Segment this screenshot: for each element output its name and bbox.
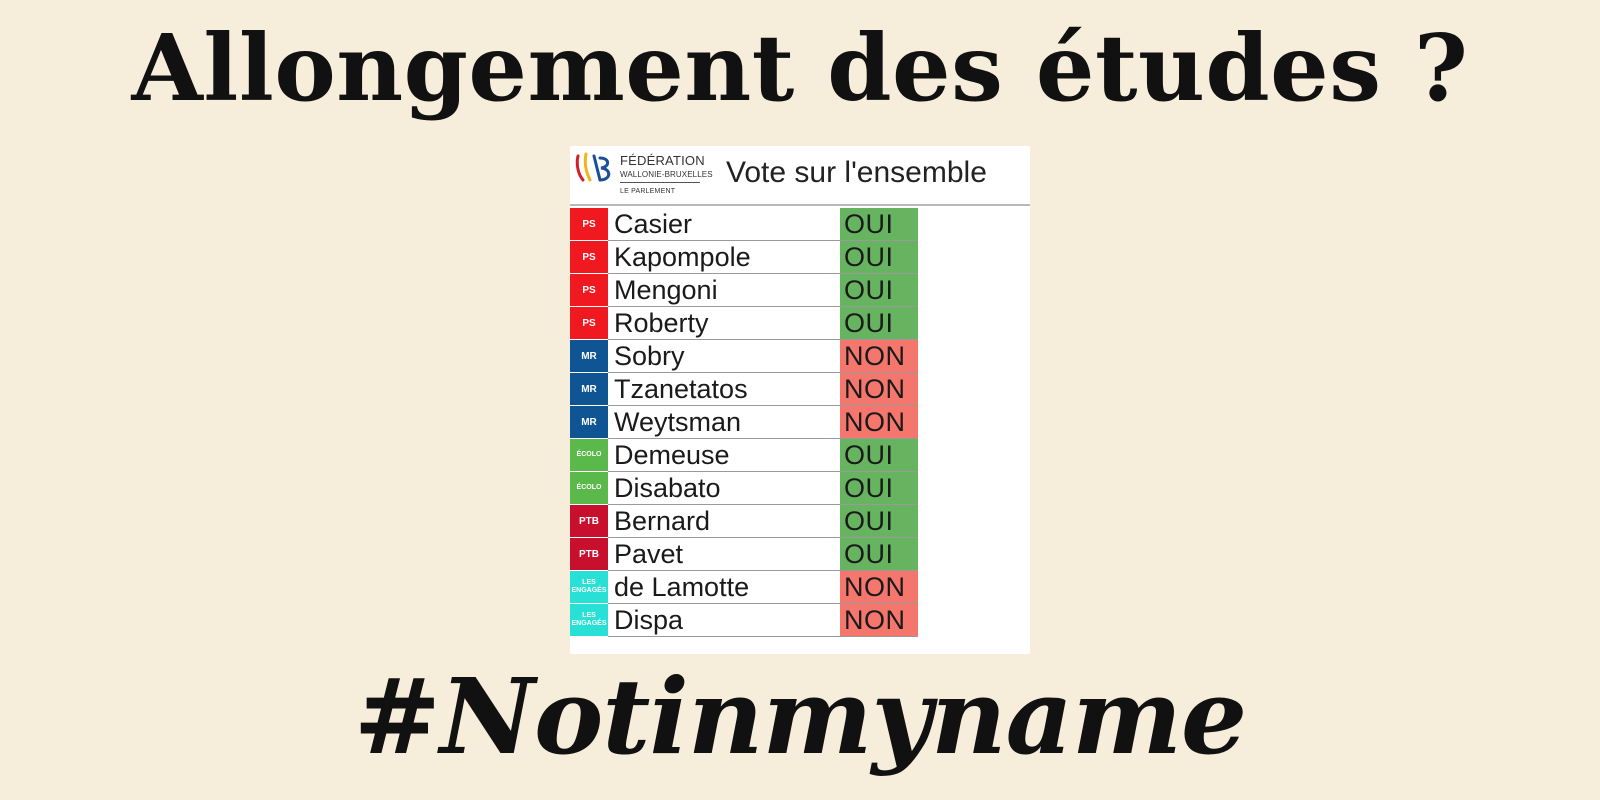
org-subtitle: WALLONIE-BRUXELLES xyxy=(620,170,713,179)
vote-value: NON xyxy=(840,571,918,604)
panel-header: FÉDÉRATION WALLONIE-BRUXELLES LE PARLEME… xyxy=(570,146,1030,206)
vote-row: PTB Bernard OUI xyxy=(570,505,918,538)
vote-value: OUI xyxy=(840,505,918,538)
member-name: Demeuse xyxy=(608,439,840,472)
party-badge: MR xyxy=(570,406,608,439)
member-name: Dispa xyxy=(608,604,840,637)
vote-row: PS Casier OUI xyxy=(570,208,918,241)
member-name: Roberty xyxy=(608,307,840,340)
member-name: Casier xyxy=(608,208,840,241)
vote-row: PS Roberty OUI xyxy=(570,307,918,340)
headline: Allongement des études ? xyxy=(131,14,1469,122)
vote-row: PS Kapompole OUI xyxy=(570,241,918,274)
vote-value: OUI xyxy=(840,241,918,274)
member-name: Kapompole xyxy=(608,241,840,274)
vote-value: NON xyxy=(840,373,918,406)
party-badge: ÉCOLO xyxy=(570,472,608,505)
vote-panel: FÉDÉRATION WALLONIE-BRUXELLES LE PARLEME… xyxy=(570,146,1030,654)
vote-value: OUI xyxy=(840,538,918,571)
vote-value: NON xyxy=(840,340,918,373)
party-badge: LES ENGAGÉS xyxy=(570,604,608,637)
vote-value: OUI xyxy=(840,274,918,307)
party-badge: MR xyxy=(570,340,608,373)
party-badge: MR xyxy=(570,373,608,406)
vote-value: NON xyxy=(840,604,918,637)
vote-row: PS Mengoni OUI xyxy=(570,274,918,307)
org-parliament: LE PARLEMENT xyxy=(620,188,676,195)
member-name: Weytsman xyxy=(608,406,840,439)
member-name: Disabato xyxy=(608,472,840,505)
vote-row: LES ENGAGÉS Dispa NON xyxy=(570,604,918,637)
member-name: Bernard xyxy=(608,505,840,538)
org-divider xyxy=(620,182,700,183)
vote-row: MR Weytsman NON xyxy=(570,406,918,439)
vote-row: ÉCOLO Disabato OUI xyxy=(570,472,918,505)
federation-logo-icon xyxy=(575,152,611,182)
member-name: Tzanetatos xyxy=(608,373,840,406)
vote-value: OUI xyxy=(840,208,918,241)
vote-row: PTB Pavet OUI xyxy=(570,538,918,571)
vote-table: PS Casier OUI PS Kapompole OUI PS Mengoni OUI PS R… xyxy=(570,208,1030,637)
vote-value: OUI xyxy=(840,439,918,472)
vote-row: LES ENGAGÉS de Lamotte NON xyxy=(570,571,918,604)
party-badge: PTB xyxy=(570,505,608,538)
party-badge: PTB xyxy=(570,538,608,571)
party-badge: PS xyxy=(570,241,608,274)
vote-row: MR Tzanetatos NON xyxy=(570,373,918,406)
member-name: Mengoni xyxy=(608,274,840,307)
vote-row: ÉCOLO Demeuse OUI xyxy=(570,439,918,472)
party-badge: ÉCOLO xyxy=(570,439,608,472)
party-badge: LES ENGAGÉS xyxy=(570,571,608,604)
member-name: de Lamotte xyxy=(608,571,840,604)
party-badge: PS xyxy=(570,208,608,241)
vote-row: MR Sobry NON xyxy=(570,340,918,373)
vote-value: OUI xyxy=(840,307,918,340)
vote-title: Vote sur l'ensemble xyxy=(726,156,987,189)
party-badge: PS xyxy=(570,307,608,340)
member-name: Sobry xyxy=(608,340,840,373)
member-name: Pavet xyxy=(608,538,840,571)
party-badge: PS xyxy=(570,274,608,307)
vote-value: NON xyxy=(840,406,918,439)
vote-value: OUI xyxy=(840,472,918,505)
hashtag: #Notinmyname xyxy=(353,655,1247,778)
org-name: FÉDÉRATION xyxy=(620,153,705,168)
